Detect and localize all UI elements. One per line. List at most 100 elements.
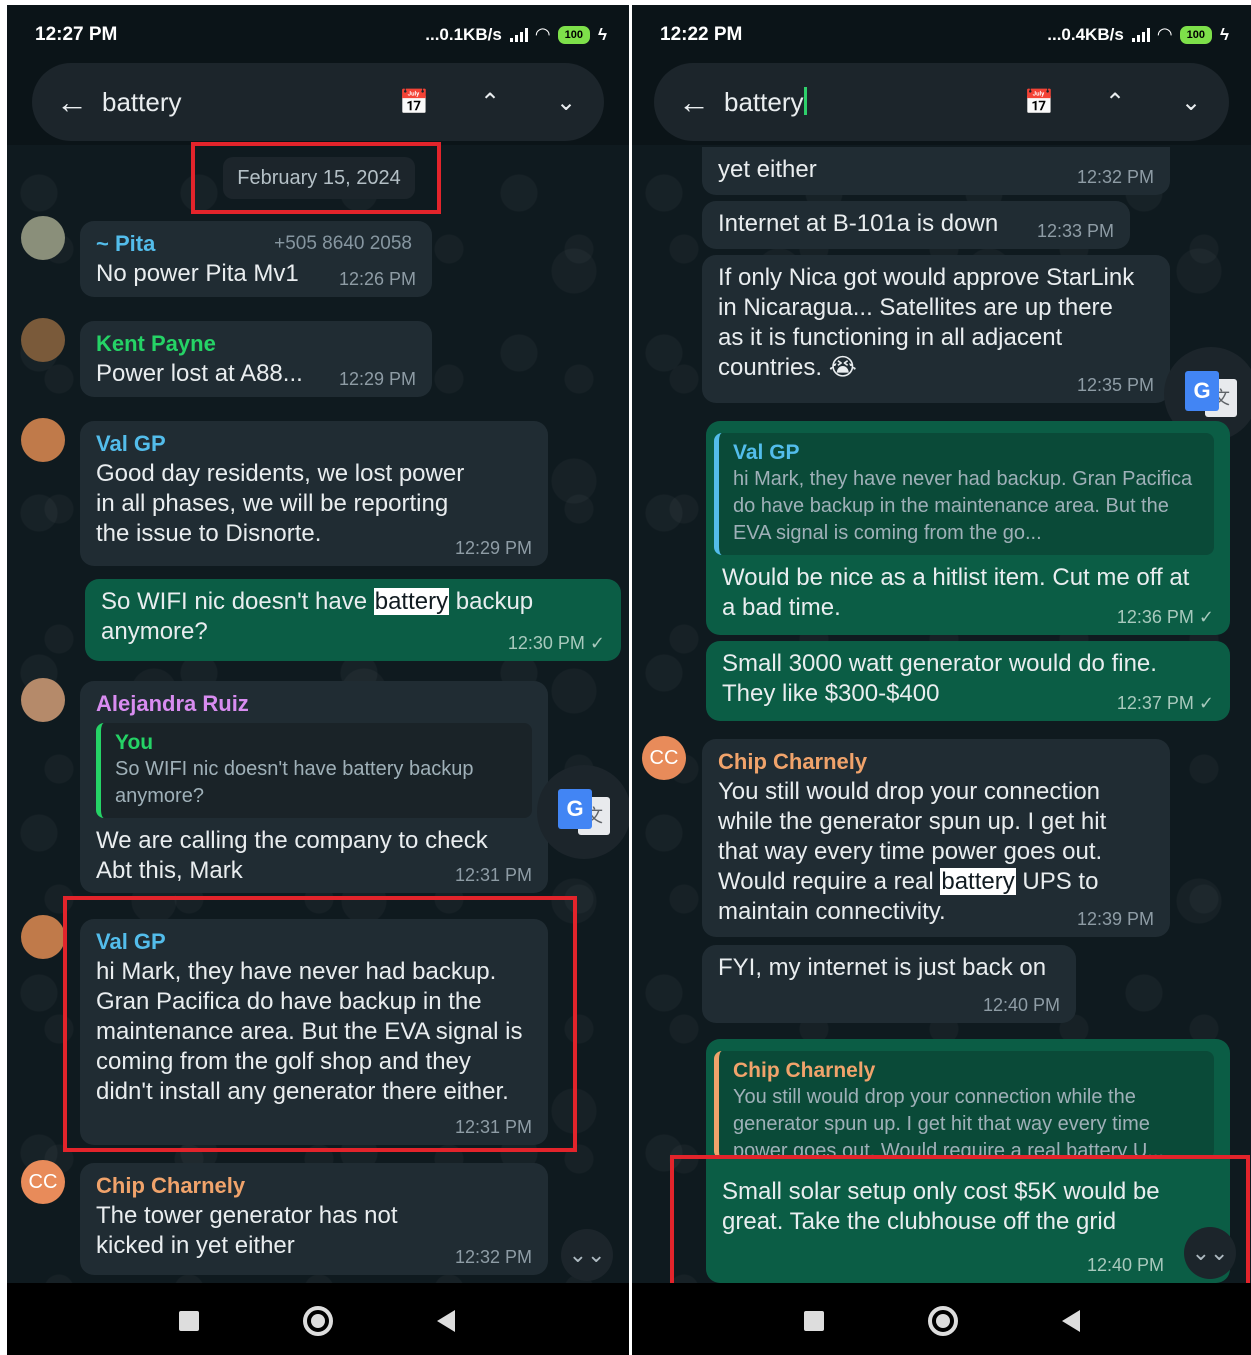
chevron-up-icon[interactable]: ⌃ bbox=[452, 88, 528, 117]
double-chevron-down-icon[interactable]: ⌄⌄ bbox=[1184, 1227, 1236, 1279]
quote-text: You still would drop your connection whi… bbox=[733, 1086, 1164, 1159]
status-indicators: ...0.1KB/s ◠ 100 ϟ bbox=[425, 24, 607, 45]
signal-icon bbox=[509, 27, 528, 42]
battery-icon: 100 bbox=[557, 25, 590, 44]
message-text: If only Nica got would approve StarLink … bbox=[718, 264, 1135, 381]
right-chat-screen: 12:22 PM ...0.4KB/s ◠ 100 ϟ ← battery 📅 … bbox=[632, 5, 1251, 1355]
message-bubble[interactable]: Internet at B-101a is down 12:33 PM bbox=[702, 201, 1130, 249]
quote-text: hi Mark, they have never had backup. Gra… bbox=[733, 468, 1193, 544]
search-highlight: battery bbox=[940, 868, 1016, 895]
message-time: 12:29 PM bbox=[338, 369, 416, 389]
charging-icon: ϟ bbox=[598, 24, 607, 44]
message-time: 12:31 PM bbox=[454, 1117, 532, 1137]
message-bubble[interactable]: Chip Charnely The tower generator has no… bbox=[80, 1163, 548, 1275]
message-text: Small solar setup only cost $5K would be… bbox=[722, 1178, 1160, 1235]
arrow-left-icon[interactable]: ← bbox=[42, 84, 102, 121]
status-indicators: ...0.4KB/s ◠ 100 ϟ bbox=[1047, 24, 1229, 45]
quoted-message[interactable]: You So WIFI nic doesn't have battery bac… bbox=[96, 723, 532, 818]
message-time: 12:40 PM bbox=[982, 995, 1060, 1015]
avatar[interactable]: CC bbox=[642, 736, 686, 780]
status-time: 12:22 PM bbox=[660, 24, 743, 45]
message-text: You still would drop your connection whi… bbox=[718, 778, 1107, 925]
message-text: hi Mark, they have never had backup. Gra… bbox=[96, 958, 523, 1105]
wifi-icon: ◠ bbox=[535, 24, 550, 44]
search-input[interactable]: battery bbox=[102, 87, 376, 118]
message-time: 12:32 PM bbox=[454, 1247, 532, 1267]
status-bar: 12:27 PM ...0.1KB/s ◠ 100 ϟ bbox=[7, 5, 629, 60]
search-bar: ← battery 📅 ⌃ ⌄ bbox=[32, 63, 604, 141]
calendar-search-icon[interactable]: 📅 bbox=[376, 88, 452, 117]
message-time: 12:29 PM bbox=[454, 538, 532, 558]
home-button[interactable] bbox=[928, 1306, 958, 1336]
calendar-search-icon[interactable]: 📅 bbox=[1001, 88, 1077, 117]
back-button[interactable] bbox=[437, 1310, 455, 1332]
avatar[interactable] bbox=[21, 678, 65, 722]
translate-button[interactable]: 文G bbox=[537, 765, 629, 859]
avatar[interactable] bbox=[21, 915, 65, 959]
sender-name: Alejandra Ruiz bbox=[96, 691, 249, 716]
sender-name: Val GP bbox=[96, 431, 166, 456]
signal-icon bbox=[1131, 27, 1150, 42]
chevron-up-icon[interactable]: ⌃ bbox=[1077, 88, 1153, 117]
network-speed: ...0.1KB/s bbox=[425, 24, 502, 44]
message-time: 12:33 PM bbox=[1036, 221, 1114, 241]
message-bubble[interactable]: Kent Payne Power lost at A88... 12:29 PM bbox=[80, 321, 432, 397]
sender-name: Kent Payne bbox=[96, 331, 216, 356]
message-bubble-outgoing[interactable]: So WIFI nic doesn't have battery backup … bbox=[85, 579, 621, 661]
message-time: 12:36 PM ✓ bbox=[1116, 607, 1214, 627]
recents-button[interactable] bbox=[179, 1311, 199, 1331]
avatar[interactable] bbox=[21, 418, 65, 462]
status-bar: 12:22 PM ...0.4KB/s ◠ 100 ϟ bbox=[632, 5, 1251, 60]
text-cursor bbox=[803, 86, 807, 115]
google-translate-icon: 文G bbox=[1185, 371, 1237, 417]
arrow-left-icon[interactable]: ← bbox=[664, 84, 724, 121]
quoted-message[interactable]: Val GP hi Mark, they have never had back… bbox=[714, 433, 1214, 555]
message-time: 12:37 PM ✓ bbox=[1116, 693, 1214, 713]
wifi-icon: ◠ bbox=[1157, 24, 1172, 44]
message-time: 12:26 PM bbox=[338, 269, 416, 289]
navigation-bar bbox=[632, 1283, 1251, 1355]
avatar[interactable]: CC bbox=[21, 1160, 65, 1204]
left-chat-screen: 12:27 PM ...0.1KB/s ◠ 100 ϟ ← battery 📅 … bbox=[7, 5, 629, 1355]
sender-name: Val GP bbox=[96, 929, 166, 954]
message-bubble[interactable]: FYI, my internet is just back on 12:40 P… bbox=[702, 945, 1076, 1023]
double-chevron-down-icon[interactable]: ⌄⌄ bbox=[561, 1229, 613, 1281]
navigation-bar bbox=[7, 1283, 629, 1355]
message-bubble-outgoing[interactable]: Val GP hi Mark, they have never had back… bbox=[706, 421, 1230, 635]
message-time: 12:31 PM bbox=[454, 865, 532, 885]
message-bubble[interactable]: yet either 12:32 PM bbox=[702, 147, 1170, 195]
sender-name: Chip Charnely bbox=[96, 1173, 246, 1198]
status-time: 12:27 PM bbox=[35, 24, 118, 45]
sender-phone: +505 8640 2058 bbox=[274, 233, 412, 254]
message-bubble[interactable]: Val GP Good day residents, we lost power… bbox=[80, 421, 548, 566]
quoted-message[interactable]: Chip Charnely You still would drop your … bbox=[714, 1051, 1214, 1159]
message-time: 12:40 PM bbox=[1086, 1255, 1164, 1275]
avatar[interactable] bbox=[21, 318, 65, 362]
message-time: 12:32 PM bbox=[1076, 167, 1154, 187]
home-button[interactable] bbox=[303, 1306, 333, 1336]
message-bubble[interactable]: Alejandra Ruiz You So WIFI nic doesn't h… bbox=[80, 681, 548, 893]
chevron-down-icon[interactable]: ⌄ bbox=[1153, 88, 1229, 117]
search-input[interactable]: battery bbox=[724, 86, 1001, 118]
message-bubble[interactable]: Chip Charnely You still would drop your … bbox=[702, 739, 1170, 937]
date-chip: February 15, 2024 bbox=[223, 157, 415, 199]
network-speed: ...0.4KB/s bbox=[1047, 24, 1124, 44]
chevron-down-icon[interactable]: ⌄ bbox=[528, 88, 604, 117]
quote-sender: You bbox=[115, 731, 154, 754]
message-bubble-outgoing[interactable]: Chip Charnely You still would drop your … bbox=[706, 1039, 1230, 1283]
message-time: 12:39 PM bbox=[1076, 909, 1154, 929]
message-bubble-outgoing[interactable]: Small 3000 watt generator would do fine.… bbox=[706, 641, 1230, 721]
recents-button[interactable] bbox=[804, 1311, 824, 1331]
quote-sender: Val GP bbox=[733, 441, 800, 464]
avatar[interactable] bbox=[21, 216, 65, 260]
google-translate-icon: 文G bbox=[558, 789, 610, 835]
message-bubble[interactable]: If only Nica got would approve StarLink … bbox=[702, 255, 1170, 403]
search-bar: ← battery 📅 ⌃ ⌄ bbox=[654, 63, 1229, 141]
message-text: Good day residents, we lost power in all… bbox=[96, 460, 465, 547]
message-bubble[interactable]: ~ Pita +505 8640 2058 No power Pita Mv1 … bbox=[80, 221, 432, 297]
message-time: 12:35 PM bbox=[1076, 375, 1154, 395]
quote-text: So WIFI nic doesn't have battery backup … bbox=[115, 758, 474, 807]
back-button[interactable] bbox=[1062, 1310, 1080, 1332]
search-highlight: battery bbox=[373, 588, 450, 615]
message-bubble[interactable]: Val GP hi Mark, they have never had back… bbox=[80, 919, 548, 1145]
